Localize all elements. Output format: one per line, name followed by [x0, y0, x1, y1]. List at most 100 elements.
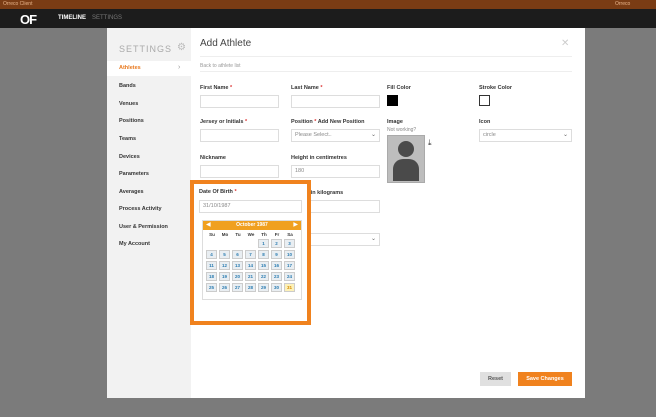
- calendar-day[interactable]: 3: [284, 239, 295, 248]
- settings-modal: SETTINGS ⚙ Athletes › Bands Venues Posit…: [107, 28, 585, 398]
- calendar-day[interactable]: 23: [271, 272, 282, 281]
- date-picker-highlight: Date Of Birth * 31/10/1987 ◀ October 198…: [190, 180, 311, 325]
- calendar-month: October 1987: [236, 222, 268, 228]
- window-title: Orreco Client: [3, 1, 33, 7]
- calendar-day[interactable]: 8: [258, 250, 269, 259]
- fill-color-swatch[interactable]: [387, 95, 398, 106]
- nickname-field[interactable]: [200, 165, 279, 178]
- reset-button[interactable]: Reset: [480, 372, 511, 386]
- calendar-day[interactable]: 17: [284, 261, 295, 270]
- chevron-down-icon: ⌄: [370, 132, 376, 138]
- calendar-day[interactable]: 24: [284, 272, 295, 281]
- avatar-body: [393, 159, 419, 181]
- last-name-field[interactable]: [291, 95, 380, 108]
- page-title: Add Athlete: [200, 38, 252, 49]
- nav-timeline[interactable]: TIMELINE: [58, 15, 86, 21]
- weekday-label: Th: [261, 232, 267, 237]
- window-title-right: Orreco: [615, 1, 631, 7]
- calendar-day[interactable]: 16: [271, 261, 282, 270]
- athlete-avatar[interactable]: [387, 135, 425, 183]
- calendar-day[interactable]: 10: [284, 250, 295, 259]
- calendar-day[interactable]: 11: [206, 261, 217, 270]
- sidebar-item-teams[interactable]: Teams: [107, 132, 191, 147]
- sidebar-item-athletes[interactable]: Athletes ›: [107, 61, 191, 76]
- calendar-day[interactable]: 5: [219, 250, 230, 259]
- divider: [200, 71, 572, 72]
- calendar: ◀ October 1987 ▶ Su Mo Tu We Th Fr Sa 12345678…: [202, 220, 302, 300]
- calendar-day[interactable]: 2: [271, 239, 282, 248]
- calendar-day[interactable]: 9: [271, 250, 282, 259]
- sidebar-item-venues[interactable]: Venues: [107, 97, 191, 112]
- gear-icon: ⚙: [177, 42, 186, 53]
- chevron-right-icon: ›: [178, 64, 181, 71]
- icon-select[interactable]: circle ⌄: [479, 129, 572, 142]
- save-changes-button[interactable]: Save Changes: [518, 372, 572, 386]
- height-label: Height in centimetres: [291, 155, 347, 161]
- sidebar-item-bands[interactable]: Bands: [107, 79, 191, 94]
- chevron-down-icon: ⌄: [562, 132, 568, 138]
- sidebar-item-parameters[interactable]: Parameters: [107, 167, 191, 182]
- calendar-days: 1 2 3 4 5 6 7 8 9 10 11 12 13 14 15 16 17 18 19 20 21 22 23 24 2…: [203, 239, 301, 299]
- calendar-day[interactable]: 14: [245, 261, 256, 270]
- stroke-color-swatch[interactable]: [479, 95, 490, 106]
- calendar-day[interactable]: 12: [219, 261, 230, 270]
- first-name-label: First Name *: [200, 85, 233, 91]
- icon-label: Icon: [479, 119, 491, 125]
- calendar-day[interactable]: 4: [206, 250, 217, 259]
- calendar-header: ◀ October 1987 ▶: [203, 221, 301, 230]
- back-link[interactable]: Back to athlete list: [200, 63, 241, 69]
- app-logo[interactable]: OF: [20, 12, 37, 27]
- calendar-day[interactable]: 22: [258, 272, 269, 281]
- jersey-field[interactable]: [200, 129, 279, 142]
- position-select[interactable]: Please Select.. ⌄: [291, 129, 380, 142]
- jersey-label: Jersey or Initials *: [200, 119, 248, 125]
- fill-color-label: Fill Color: [387, 85, 411, 91]
- last-name-label: Last Name *: [291, 85, 323, 91]
- sidebar-item-my-account[interactable]: My Account: [107, 237, 191, 252]
- window-title-bar: Orreco Client Orreco: [0, 0, 656, 9]
- weekday-label: Mo: [221, 232, 229, 237]
- sidebar-item-devices[interactable]: Devices: [107, 150, 191, 165]
- sidebar-item-user-permission[interactable]: User & Permission: [107, 220, 191, 235]
- date-picker-panel: Date Of Birth * 31/10/1987 ◀ October 198…: [194, 184, 307, 321]
- sidebar-item-process-activity[interactable]: Process Activity: [107, 202, 191, 217]
- weekday-row: Su Mo Tu We Th Fr Sa: [203, 230, 301, 239]
- nav-settings[interactable]: SETTINGS: [92, 15, 122, 21]
- next-month-icon[interactable]: ▶: [293, 221, 298, 228]
- calendar-day[interactable]: 15: [258, 261, 269, 270]
- sidebar-item-positions[interactable]: Positions: [107, 114, 191, 129]
- settings-sidebar: SETTINGS ⚙ Athletes › Bands Venues Posit…: [107, 28, 191, 398]
- sidebar-item-averages[interactable]: Averages: [107, 185, 191, 200]
- dob-field[interactable]: 31/10/1987: [199, 200, 302, 213]
- calendar-day[interactable]: 27: [232, 283, 243, 292]
- add-new-position-link[interactable]: Add New Position: [318, 119, 365, 125]
- calendar-day[interactable]: 25: [206, 283, 217, 292]
- calendar-day[interactable]: 21: [245, 272, 256, 281]
- stroke-color-label: Stroke Color: [479, 85, 513, 91]
- calendar-day[interactable]: 13: [232, 261, 243, 270]
- close-icon[interactable]: ✕: [561, 38, 569, 49]
- calendar-day[interactable]: 19: [219, 272, 230, 281]
- nickname-label: Nickname: [200, 155, 226, 161]
- weekday-label: Fr: [274, 232, 280, 237]
- calendar-day[interactable]: 30: [271, 283, 282, 292]
- sidebar-title: SETTINGS: [119, 44, 173, 54]
- weekday-label: Sa: [287, 232, 293, 237]
- not-working-link[interactable]: Not working?: [387, 127, 416, 133]
- calendar-day[interactable]: 6: [232, 250, 243, 259]
- calendar-day[interactable]: 31: [284, 283, 295, 292]
- weekday-label: We: [247, 232, 255, 237]
- calendar-day[interactable]: 29: [258, 283, 269, 292]
- calendar-day[interactable]: 28: [245, 283, 256, 292]
- height-field[interactable]: 180: [291, 165, 380, 178]
- calendar-day[interactable]: 20: [232, 272, 243, 281]
- calendar-day[interactable]: 26: [219, 283, 230, 292]
- dob-label: Date Of Birth *: [199, 189, 237, 195]
- first-name-field[interactable]: [200, 95, 279, 108]
- weekday-label: Su: [209, 232, 215, 237]
- calendar-day[interactable]: 1: [258, 239, 269, 248]
- calendar-day[interactable]: 7: [245, 250, 256, 259]
- position-label: Position * Add New Position: [291, 119, 365, 125]
- calendar-day[interactable]: 18: [206, 272, 217, 281]
- upload-icon[interactable]: ⤓: [428, 138, 432, 148]
